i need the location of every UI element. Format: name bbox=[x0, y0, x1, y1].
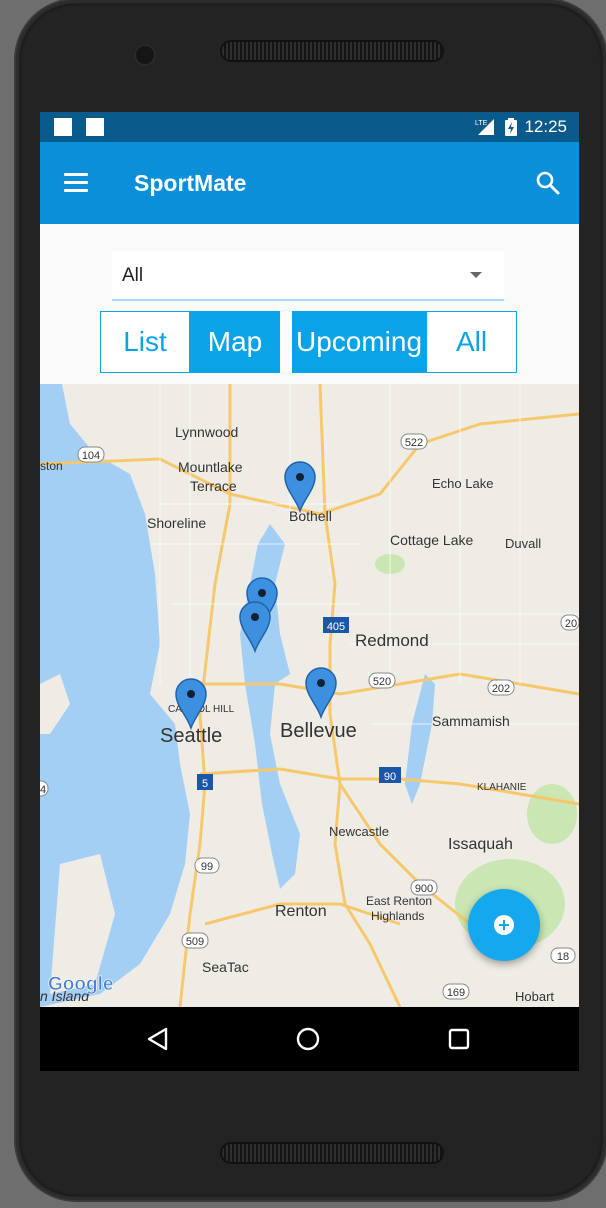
search-icon[interactable] bbox=[535, 170, 561, 196]
status-bar: LTE 12:25 bbox=[40, 112, 579, 142]
clock: 12:25 bbox=[524, 117, 567, 136]
map-label-terrace: Terrace bbox=[190, 478, 237, 494]
map-label-lynnwood: Lynnwood bbox=[175, 424, 238, 440]
front-camera bbox=[134, 44, 156, 66]
svg-text:5: 5 bbox=[202, 778, 208, 790]
time-toggle: Upcoming All bbox=[292, 311, 517, 373]
svg-text:900: 900 bbox=[415, 883, 433, 895]
route-shield: 20 bbox=[560, 614, 579, 631]
app-bar: SportMate bbox=[40, 142, 579, 224]
map-label-newcastle: Newcastle bbox=[329, 824, 389, 839]
lake-washington bbox=[240, 524, 300, 889]
sport-filter-dropdown[interactable]: All bbox=[112, 251, 504, 301]
list-view-button[interactable]: List bbox=[100, 311, 190, 373]
network-type: LTE bbox=[475, 120, 488, 127]
bottom-speaker bbox=[222, 1144, 442, 1162]
svg-text:104: 104 bbox=[82, 450, 100, 462]
route-shield: 202 bbox=[487, 679, 515, 696]
google-logo: Google bbox=[48, 974, 113, 995]
route-shield: 104 bbox=[77, 446, 105, 463]
map-label-cottage-lake: Cottage Lake bbox=[390, 532, 473, 548]
svg-text:405: 405 bbox=[327, 621, 345, 633]
route-shield: 18 bbox=[550, 947, 576, 964]
svg-text:90: 90 bbox=[384, 771, 396, 783]
route-shield: 5 bbox=[197, 774, 213, 790]
map-label-shoreline: Shoreline bbox=[147, 515, 206, 531]
app-title: SportMate bbox=[134, 170, 247, 196]
home-icon[interactable] bbox=[292, 1023, 324, 1055]
map-label-bothell: Bothell bbox=[289, 508, 332, 524]
map-view[interactable]: Lynnwood Mountlake Terrace Shoreline Bot… bbox=[40, 384, 579, 1007]
map-label-mountlake: Mountlake bbox=[178, 459, 243, 475]
add-event-button[interactable] bbox=[468, 889, 540, 961]
route-shield: 520 bbox=[368, 672, 396, 689]
system-nav-bar bbox=[40, 1007, 579, 1071]
route-shield: 900 bbox=[410, 879, 438, 896]
svg-text:202: 202 bbox=[492, 683, 510, 695]
route-shield: 405 bbox=[323, 617, 349, 633]
menu-icon[interactable] bbox=[64, 173, 88, 193]
map-label-sammamish: Sammamish bbox=[432, 713, 510, 729]
svg-text:169: 169 bbox=[447, 987, 465, 999]
app-screen: LTE 12:25 SportMate All List Map Upcomin… bbox=[40, 112, 579, 1071]
map-label-renton: Renton bbox=[275, 903, 327, 920]
map-label-highlands: Highlands bbox=[371, 909, 424, 923]
back-icon[interactable] bbox=[142, 1023, 174, 1055]
route-shield: 90 bbox=[379, 767, 401, 783]
route-shield: 169 bbox=[442, 983, 470, 1000]
map-label-hobart: Hobart bbox=[515, 989, 554, 1004]
all-events-button[interactable]: All bbox=[426, 311, 517, 373]
route-shield: 4 bbox=[40, 780, 49, 797]
map-view-button[interactable]: Map bbox=[190, 311, 280, 373]
park-area bbox=[527, 784, 577, 844]
notification-icon bbox=[86, 118, 104, 136]
svg-text:509: 509 bbox=[186, 936, 204, 948]
map-label-seatac: SeaTac bbox=[202, 959, 249, 975]
map-label-bellevue: Bellevue bbox=[280, 720, 357, 742]
route-shield: 509 bbox=[181, 932, 209, 949]
svg-text:18: 18 bbox=[557, 951, 569, 963]
map-label-klahanie: KLAHANIE bbox=[477, 782, 527, 793]
map-label-ston: ston bbox=[40, 459, 63, 473]
notification-icon bbox=[54, 118, 72, 136]
map-label-echo-lake: Echo Lake bbox=[432, 476, 493, 491]
top-speaker bbox=[222, 42, 442, 60]
signal-icon: LTE bbox=[475, 119, 495, 135]
svg-text:99: 99 bbox=[201, 861, 213, 873]
route-shield: 99 bbox=[194, 857, 220, 874]
map-label-redmond: Redmond bbox=[355, 631, 429, 650]
svg-text:20: 20 bbox=[565, 618, 577, 630]
water-area bbox=[40, 384, 70, 424]
lake-sammamish bbox=[405, 674, 435, 804]
map-label-east-renton: East Renton bbox=[366, 894, 432, 908]
add-icon bbox=[494, 915, 514, 935]
filter-selected-value: All bbox=[122, 265, 144, 286]
upcoming-button[interactable]: Upcoming bbox=[292, 311, 426, 373]
svg-text:520: 520 bbox=[373, 676, 391, 688]
svg-text:4: 4 bbox=[40, 784, 46, 796]
svg-text:522: 522 bbox=[405, 437, 423, 449]
battery-icon bbox=[505, 118, 518, 136]
chevron-down-icon bbox=[470, 272, 482, 278]
view-toggle: List Map bbox=[100, 311, 280, 373]
map-label-issaquah: Issaquah bbox=[448, 836, 513, 853]
recents-icon[interactable] bbox=[443, 1023, 475, 1055]
route-shield: 522 bbox=[400, 433, 428, 450]
map-label-duvall: Duvall bbox=[505, 536, 541, 551]
